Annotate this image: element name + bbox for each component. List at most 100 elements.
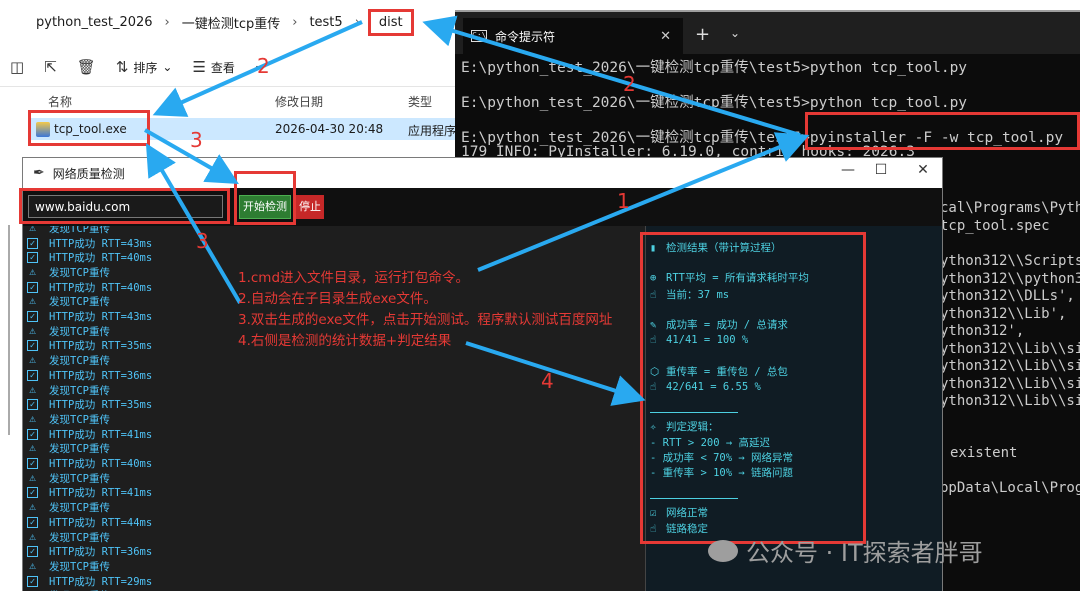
checkbox-icon: ✓ [27, 546, 38, 558]
warning-icon: ⚠ [29, 470, 36, 484]
log-text: HTTP成功 RTT=43ms [49, 311, 153, 324]
sort-icon: ⇅ [115, 58, 129, 76]
checkbox-icon: ✓ [27, 458, 38, 470]
log-text: HTTP成功 RTT=41ms [49, 487, 153, 500]
share-button[interactable]: ⇱ [34, 53, 67, 81]
console-fragment: cal\Programs\Pyth [940, 200, 1080, 216]
log-row: ✓ HTTP成功 RTT=36ms [27, 544, 152, 559]
log-row: ✓ HTTP成功 RTT=40ms [27, 280, 152, 295]
log-text: HTTP成功 RTT=35ms [49, 340, 153, 353]
breadcrumb-dist[interactable]: dist [367, 8, 414, 36]
log-text: 发现TCP重传 [49, 502, 110, 515]
sort-label: 排序 [133, 60, 158, 75]
watermark: 公众号 · IT探索者胖哥 [708, 533, 983, 568]
step-number: 3 [196, 229, 209, 253]
console-fragment: ython312\\Scripts [940, 253, 1080, 269]
highlight-box-command [805, 112, 1080, 150]
trash-icon: 🗑 [76, 58, 96, 76]
highlight-box-url [19, 188, 230, 224]
tab-command-prompt[interactable]: C:\ 命令提示符 ✕ [463, 18, 683, 54]
new-tab-button[interactable]: + [695, 24, 710, 45]
stop-button[interactable]: 停止 [296, 195, 324, 219]
log-row: ✓ HTTP成功 RTT=35ms [27, 339, 152, 354]
tab-dropdown-button[interactable]: ⌄ [730, 26, 740, 40]
terminal-icon: C:\ [471, 30, 487, 42]
warning-icon: ⚠ [29, 500, 36, 514]
delete-button[interactable]: 🗑 [67, 53, 106, 81]
view-button[interactable]: ☰ 查看 [182, 53, 244, 81]
checkbox-icon: ✓ [27, 516, 38, 528]
log-row: ✓ HTTP成功 RTT=44ms [27, 515, 152, 530]
step-number: 4 [541, 369, 554, 393]
log-text: HTTP成功 RTT=40ms [49, 252, 153, 265]
step-number: 2 [623, 72, 636, 96]
console-fragment: ython312\\Lib\\si [940, 393, 1080, 409]
log-text: HTTP成功 RTT=36ms [49, 369, 153, 382]
log-text: HTTP成功 RTT=44ms [49, 516, 153, 529]
breadcrumb-python-test[interactable]: python_test_2026 [0, 15, 165, 30]
column-modified[interactable]: 修改日期 [275, 93, 323, 110]
log-text: 发现TCP重传 [49, 266, 110, 279]
log-text: 发现TCP重传 [49, 325, 110, 338]
console-output-right: cal\Programs\Pyth tcp_tool.spec ython312… [940, 192, 1080, 496]
checkbox-icon: ✓ [27, 575, 38, 587]
log-row: ✓ HTTP成功 RTT=41ms [27, 486, 152, 501]
log-row: ⚠ 发现TCP重传 [27, 530, 110, 545]
warning-icon: ⚠ [29, 382, 36, 396]
log-row: ⚠ 发现TCP重传 [27, 442, 110, 457]
checkbox-icon: ✓ [27, 281, 38, 293]
details-button[interactable]: ◫ [0, 53, 34, 81]
log-row: ⚠ 发现TCP重传 [27, 353, 110, 368]
checkbox-icon: ✓ [27, 340, 38, 352]
log-text: HTTP成功 RTT=43ms [49, 237, 153, 250]
close-button[interactable]: ✕ [908, 162, 938, 184]
sort-button[interactable]: ⇅ 排序 ⌄ [106, 53, 183, 81]
console-line: E:\python_test_2026\一键检测tcp重传\test5>pyth… [461, 60, 968, 76]
maximize-button[interactable]: ☐ [866, 162, 896, 184]
screenshot-stage: python_test_2026 › 一键检测tcp重传 › test5 › d… [0, 0, 1080, 591]
console-fragment: ython312\\python3 [940, 271, 1080, 287]
log-row: ⚠ 发现TCP重传 [27, 471, 110, 486]
step-3-annotation: 3.双击生成的exe文件，点击开始测试。程序默认测试百度网址 [238, 312, 613, 328]
highlight-box-results [640, 232, 866, 544]
control-bar: 开始检测 停止 [19, 188, 942, 226]
file-list-header: 名称 修改日期 类型 [0, 88, 460, 112]
column-name[interactable]: 名称 [48, 93, 72, 110]
chevron-down-icon: ⌄ [162, 60, 173, 74]
column-type[interactable]: 类型 [408, 93, 432, 110]
console-tab-bar: C:\ 命令提示符 ✕ + ⌄ [455, 12, 1080, 54]
checkbox-icon: ✓ [27, 428, 38, 440]
log-text: 发现TCP重传 [49, 296, 110, 309]
log-row: ✓ HTTP成功 RTT=43ms [27, 309, 152, 324]
info-icon: ◫ [10, 58, 25, 76]
log-row: ✓ HTTP成功 RTT=35ms [27, 397, 152, 412]
log-row: ⚠ 发现TCP重传 [27, 324, 110, 339]
log-row: ✓ HTTP成功 RTT=40ms [27, 250, 152, 265]
console-fragment: tcp_tool.spec [940, 218, 1050, 234]
file-type: 应用程序 [408, 124, 457, 138]
view-label: 查看 [210, 60, 235, 75]
log-row: ✓ HTTP成功 RTT=36ms [27, 368, 152, 383]
log-row: ✓ HTTP成功 RTT=40ms [27, 456, 152, 471]
app-title: 网络质量检测 [52, 166, 125, 181]
log-row: ✓ HTTP成功 RTT=29ms [27, 574, 152, 589]
highlight-box-file [28, 110, 150, 146]
file-modified: 2026-04-30 20:48 [275, 122, 384, 136]
minimize-button[interactable]: — [833, 162, 863, 184]
warning-icon: ⚠ [29, 294, 36, 308]
console-fragment: ython312\\Lib\\si [940, 358, 1080, 374]
console-fragment: ython312\\Lib\\si [940, 341, 1080, 357]
checkbox-icon: ✓ [27, 487, 38, 499]
warning-icon: ⚠ [29, 353, 36, 367]
breadcrumb-test5[interactable]: test5 [297, 15, 354, 30]
log-text: HTTP成功 RTT=40ms [49, 281, 153, 294]
close-icon[interactable]: ✕ [660, 29, 671, 44]
share-icon: ⇱ [44, 58, 57, 76]
console-fragment: existent [950, 445, 1018, 461]
app-title-bar: ✒ 网络质量检测 — ☐ ✕ [23, 158, 942, 188]
breadcrumb-tcp-folder[interactable]: 一键检测tcp重传 [170, 13, 293, 32]
warning-icon: ⚠ [29, 226, 36, 234]
console-fragment: ython312\\Lib', [940, 306, 1067, 322]
scrollbar[interactable] [8, 225, 10, 435]
log-row: ⚠ 发现TCP重传 [27, 500, 110, 515]
